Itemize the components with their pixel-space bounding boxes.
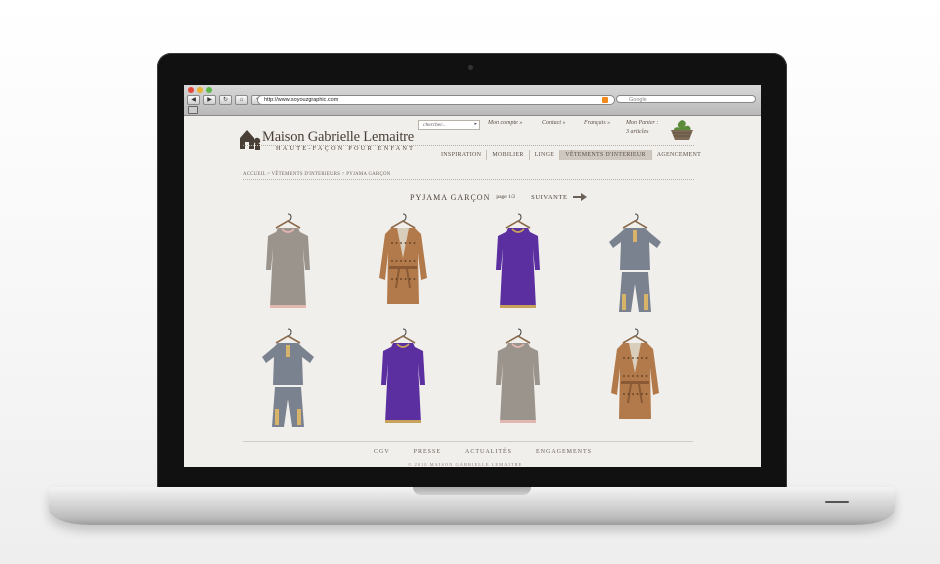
cart-basket-icon[interactable] xyxy=(668,118,696,147)
cart-count: 3 articles xyxy=(626,129,649,135)
site-search-input[interactable]: chercher... ▸ xyxy=(418,120,480,130)
footer-link-actualites[interactable]: ACTUALITÉS xyxy=(465,449,512,455)
product-image xyxy=(266,213,310,308)
product-image xyxy=(496,213,540,308)
laptop-lid: ◀ ▶ ↻ ⌂ + http://www.soyouzgraphic.com G… xyxy=(157,53,787,491)
main-menu: INSPIRATION MOBILIER LINGE VÊTEMENTS D'I… xyxy=(436,150,706,160)
site-search-placeholder: chercher... xyxy=(423,122,446,128)
menu-item-linge[interactable]: LINGE xyxy=(530,150,561,160)
camera xyxy=(468,65,473,70)
website: Maison Gabrielle Lemaitre HAUTE-FAÇON PO… xyxy=(184,116,761,467)
bookmarks-icon[interactable] xyxy=(188,106,198,114)
menu-item-agencement[interactable]: AGENCEMENT xyxy=(652,150,706,160)
menu-item-inspiration[interactable]: INSPIRATION xyxy=(436,150,488,160)
brand-tagline: HAUTE-FAÇON POUR ENFANT xyxy=(276,145,416,152)
url-text: http://www.soyouzgraphic.com xyxy=(264,97,339,103)
footer-divider xyxy=(243,441,693,442)
product-image xyxy=(609,213,661,312)
product-image xyxy=(379,213,427,304)
browser-search-placeholder: Google xyxy=(629,97,647,103)
window-controls xyxy=(188,87,212,93)
page-title: PYJAMA GARÇON xyxy=(410,192,491,202)
account-link[interactable]: Mon compte » xyxy=(488,120,522,126)
copyright: © 2010 MAISON GABRIELLE LEMAITRE xyxy=(408,462,523,467)
breadcrumb[interactable]: ACCUEIL > VÊTEMENTS D'INTERIEURS > PYJAM… xyxy=(243,172,391,177)
footer-link-cgv[interactable]: CGV xyxy=(374,449,390,455)
laptop-base xyxy=(49,487,895,525)
product-card[interactable] xyxy=(248,323,328,433)
back-button[interactable]: ◀ xyxy=(187,95,200,105)
product-card[interactable] xyxy=(595,208,675,318)
cart-label[interactable]: Mon Panier : xyxy=(626,120,658,126)
close-button[interactable] xyxy=(188,87,194,93)
logo-mark-icon xyxy=(240,130,262,150)
page-indicator: page 1/2 xyxy=(496,194,516,200)
product-image xyxy=(496,328,540,423)
product-card[interactable] xyxy=(363,323,443,433)
rss-icon[interactable] xyxy=(602,97,608,103)
contact-link[interactable]: Contact » xyxy=(542,120,566,126)
menu-item-mobilier[interactable]: MOBILIER xyxy=(487,150,530,160)
footer-link-engagements[interactable]: ENGAGEMENTS xyxy=(536,449,592,455)
product-card[interactable] xyxy=(478,208,558,318)
breadcrumb-divider xyxy=(243,179,694,180)
language-selector[interactable]: Français » xyxy=(584,120,610,126)
home-button[interactable]: ⌂ xyxy=(235,95,248,105)
brand-logo[interactable]: Maison Gabrielle Lemaitre HAUTE-FAÇON PO… xyxy=(240,130,415,152)
reload-button[interactable]: ↻ xyxy=(219,95,232,105)
browser-search-field[interactable]: Google xyxy=(616,95,756,103)
brand-name: Maison Gabrielle Lemaitre xyxy=(262,129,415,145)
search-submit-icon[interactable]: ▸ xyxy=(474,121,477,129)
browser-nav: ◀ ▶ ↻ ⌂ + xyxy=(187,95,264,105)
browser-toolbar: ◀ ▶ ↻ ⌂ + http://www.soyouzgraphic.com G… xyxy=(184,85,761,116)
page-title-row: PYJAMA GARÇON page 1/2 SUIVANTE xyxy=(410,188,587,206)
header-divider xyxy=(243,145,694,146)
arrow-right-icon[interactable] xyxy=(572,188,587,206)
product-card[interactable] xyxy=(248,208,328,318)
status-light xyxy=(825,501,849,503)
product-card[interactable] xyxy=(595,323,675,433)
address-bar[interactable]: http://www.soyouzgraphic.com xyxy=(257,95,615,105)
product-image xyxy=(611,328,659,419)
product-grid xyxy=(243,208,703,438)
lid-notch xyxy=(413,487,531,495)
laptop-screen: ◀ ▶ ↻ ⌂ + http://www.soyouzgraphic.com G… xyxy=(184,85,761,467)
product-image xyxy=(262,328,314,427)
product-card[interactable] xyxy=(363,208,443,318)
footer-link-presse[interactable]: PRESSE xyxy=(414,449,441,455)
footer-links: CGV PRESSE ACTUALITÉS ENGAGEMENTS xyxy=(374,449,592,455)
product-image xyxy=(381,328,425,423)
forward-button[interactable]: ▶ xyxy=(203,95,216,105)
product-card[interactable] xyxy=(478,323,558,433)
maximize-button[interactable] xyxy=(206,87,212,93)
next-page-link[interactable]: SUIVANTE xyxy=(531,194,567,201)
menu-item-vetements[interactable]: VÊTEMENTS D'INTERIEUR xyxy=(560,150,652,160)
minimize-button[interactable] xyxy=(197,87,203,93)
